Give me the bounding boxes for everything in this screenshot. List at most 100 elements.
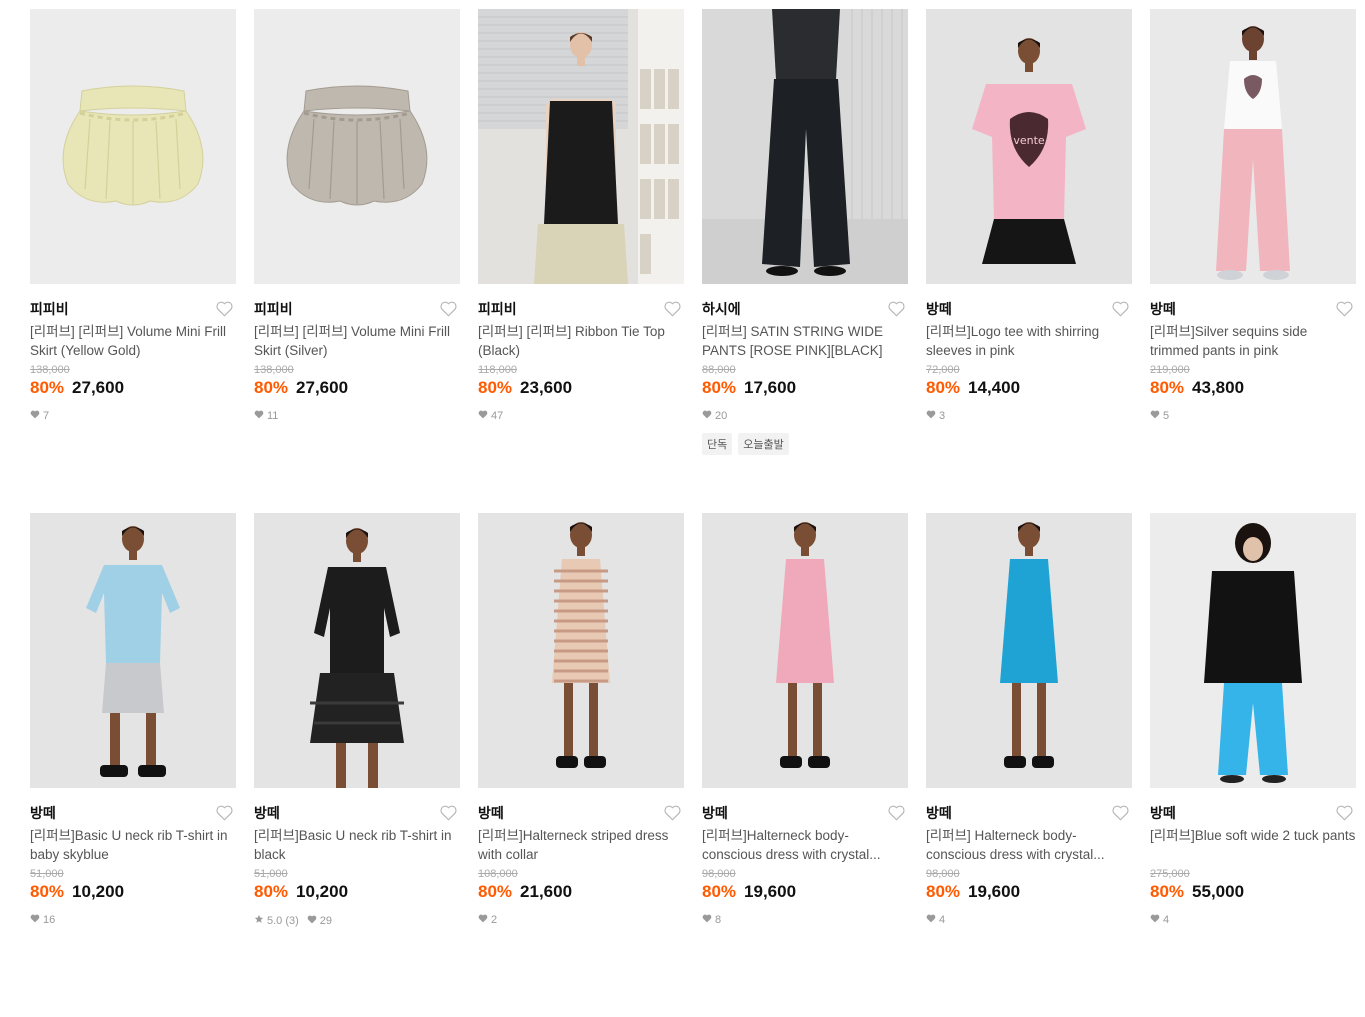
original-price: 138,000: [30, 364, 70, 376]
like-count: 11: [254, 410, 278, 422]
heart-filled-icon: [1150, 914, 1160, 926]
product-meta: 16: [30, 914, 236, 926]
sale-price: 19,600: [744, 882, 797, 901]
product-name[interactable]: [리퍼브]Basic U neck rib T-shirt in black: [254, 826, 460, 864]
product-image[interactable]: [478, 513, 684, 788]
product-image[interactable]: [30, 9, 236, 284]
brand-name[interactable]: 방떼: [478, 803, 504, 823]
original-price: 72,000: [926, 364, 960, 376]
brand-name[interactable]: 피피비: [254, 299, 293, 319]
product-name[interactable]: [리퍼브] Halterneck body-conscious dress wi…: [926, 826, 1132, 864]
wishlist-heart-icon[interactable]: [214, 803, 234, 823]
brand-name[interactable]: 방떼: [1150, 803, 1176, 823]
wishlist-heart-icon[interactable]: [1110, 803, 1130, 823]
product-image[interactable]: [254, 513, 460, 788]
wishlist-heart-icon[interactable]: [662, 803, 682, 823]
brand-name[interactable]: 방떼: [702, 803, 728, 823]
like-count: 47: [478, 410, 503, 422]
brand-name[interactable]: 방떼: [926, 299, 952, 319]
brand-name[interactable]: 피피비: [30, 299, 69, 319]
discount-rate: 80%: [926, 882, 961, 901]
brand-name[interactable]: 피피비: [478, 299, 517, 319]
wishlist-heart-icon[interactable]: [438, 299, 458, 319]
discount-rate: 80%: [702, 378, 737, 397]
product-card[interactable]: 방떼 [리퍼브]Basic U neck rib T-shirt in blac…: [254, 513, 460, 1017]
product-image[interactable]: vente: [926, 9, 1132, 284]
product-name[interactable]: [리퍼브]Halterneck body-conscious dress wit…: [702, 826, 908, 864]
product-name[interactable]: [리퍼브]Halterneck striped dress with colla…: [478, 826, 684, 864]
sale-price: 17,600: [744, 378, 797, 397]
product-image[interactable]: [254, 9, 460, 284]
product-card[interactable]: 피피비 [리퍼브] [리퍼브] Volume Mini Frill Skirt …: [30, 9, 236, 513]
product-card[interactable]: 방떼 [리퍼브] Halterneck body-conscious dress…: [926, 513, 1132, 1017]
discount-rate: 80%: [30, 378, 65, 397]
heart-filled-icon: [1150, 410, 1160, 422]
product-card[interactable]: 방떼 [리퍼브]Halterneck striped dress with co…: [478, 513, 684, 1017]
like-count-value: 4: [1163, 914, 1170, 926]
product-name[interactable]: [리퍼브]Basic U neck rib T-shirt in baby sk…: [30, 826, 236, 864]
product-card[interactable]: 하시에 [리퍼브] SATIN STRING WIDE PANTS [ROSE …: [702, 9, 908, 513]
product-image[interactable]: [1150, 9, 1356, 284]
brand-name[interactable]: 방떼: [254, 803, 280, 823]
brand-name[interactable]: 방떼: [926, 803, 952, 823]
rating-value: 5.0 (3): [267, 914, 299, 927]
like-count-value: 3: [939, 410, 946, 422]
sale-price: 27,600: [296, 378, 349, 397]
brand-name[interactable]: 하시에: [702, 299, 741, 319]
product-name[interactable]: [리퍼브] [리퍼브] Volume Mini Frill Skirt (Yel…: [30, 322, 236, 360]
wishlist-heart-icon[interactable]: [662, 299, 682, 319]
original-price: 118,000: [478, 364, 517, 376]
product-image[interactable]: [30, 513, 236, 788]
discount-rate: 80%: [1150, 882, 1185, 901]
wishlist-heart-icon[interactable]: [438, 803, 458, 823]
like-count-value: 5: [1163, 410, 1170, 422]
product-name[interactable]: [리퍼브] [리퍼브] Ribbon Tie Top (Black): [478, 322, 684, 360]
like-count: 5: [1150, 410, 1169, 422]
product-name[interactable]: [리퍼브] SATIN STRING WIDE PANTS [ROSE PINK…: [702, 322, 908, 360]
sale-price: 43,800: [1192, 378, 1245, 397]
star-icon: [254, 914, 264, 927]
product-card[interactable]: 방떼 [리퍼브]Blue soft wide 2 tuck pants 275,…: [1150, 513, 1356, 1017]
like-count-value: 7: [43, 410, 50, 422]
discount-rate: 80%: [478, 882, 513, 901]
original-price: 138,000: [254, 364, 294, 376]
product-image[interactable]: [702, 9, 908, 284]
wishlist-heart-icon[interactable]: [1334, 299, 1354, 319]
product-card[interactable]: 피피비 [리퍼브] [리퍼브] Ribbon Tie Top (Black) 1…: [478, 9, 684, 513]
like-count: 4: [926, 914, 945, 926]
wishlist-heart-icon[interactable]: [214, 299, 234, 319]
heart-filled-icon: [478, 914, 488, 926]
product-tag: 단독: [702, 433, 733, 455]
brand-name[interactable]: 방떼: [1150, 299, 1176, 319]
wishlist-heart-icon[interactable]: [886, 299, 906, 319]
product-image[interactable]: [478, 9, 684, 284]
product-card[interactable]: 방떼 [리퍼브]Basic U neck rib T-shirt in baby…: [30, 513, 236, 1017]
product-card[interactable]: 방떼 [리퍼브]Halterneck body-conscious dress …: [702, 513, 908, 1017]
like-count-value: 11: [267, 410, 279, 422]
product-meta: 4: [926, 914, 1132, 926]
product-image[interactable]: [1150, 513, 1356, 788]
like-count: 3: [926, 410, 945, 422]
product-image[interactable]: [702, 513, 908, 788]
product-name[interactable]: [리퍼브]Blue soft wide 2 tuck pants: [1150, 826, 1356, 864]
product-meta: 7: [30, 410, 236, 422]
original-price: 108,000: [478, 868, 518, 880]
heart-filled-icon: [30, 914, 40, 926]
wishlist-heart-icon[interactable]: [1334, 803, 1354, 823]
wishlist-heart-icon[interactable]: [1110, 299, 1130, 319]
tag-list: 단독 오늘출발: [702, 433, 908, 455]
brand-name[interactable]: 방떼: [30, 803, 56, 823]
product-image[interactable]: [926, 513, 1132, 788]
product-card[interactable]: 피피비 [리퍼브] [리퍼브] Volume Mini Frill Skirt …: [254, 9, 460, 513]
rating: 5.0 (3): [254, 914, 299, 927]
sale-price: 23,600: [520, 378, 573, 397]
like-count: 7: [30, 410, 49, 422]
like-count-value: 20: [715, 410, 728, 422]
product-name[interactable]: [리퍼브] [리퍼브] Volume Mini Frill Skirt (Sil…: [254, 322, 460, 360]
wishlist-heart-icon[interactable]: [886, 803, 906, 823]
product-name[interactable]: [리퍼브]Silver sequins side trimmed pants i…: [1150, 322, 1356, 360]
product-card[interactable]: vente 방떼 [리퍼브]Logo tee with shirring sle…: [926, 9, 1132, 513]
product-name[interactable]: [리퍼브]Logo tee with shirring sleeves in p…: [926, 322, 1132, 360]
original-price: 88,000: [702, 364, 736, 376]
product-card[interactable]: 방떼 [리퍼브]Silver sequins side trimmed pant…: [1150, 9, 1356, 513]
